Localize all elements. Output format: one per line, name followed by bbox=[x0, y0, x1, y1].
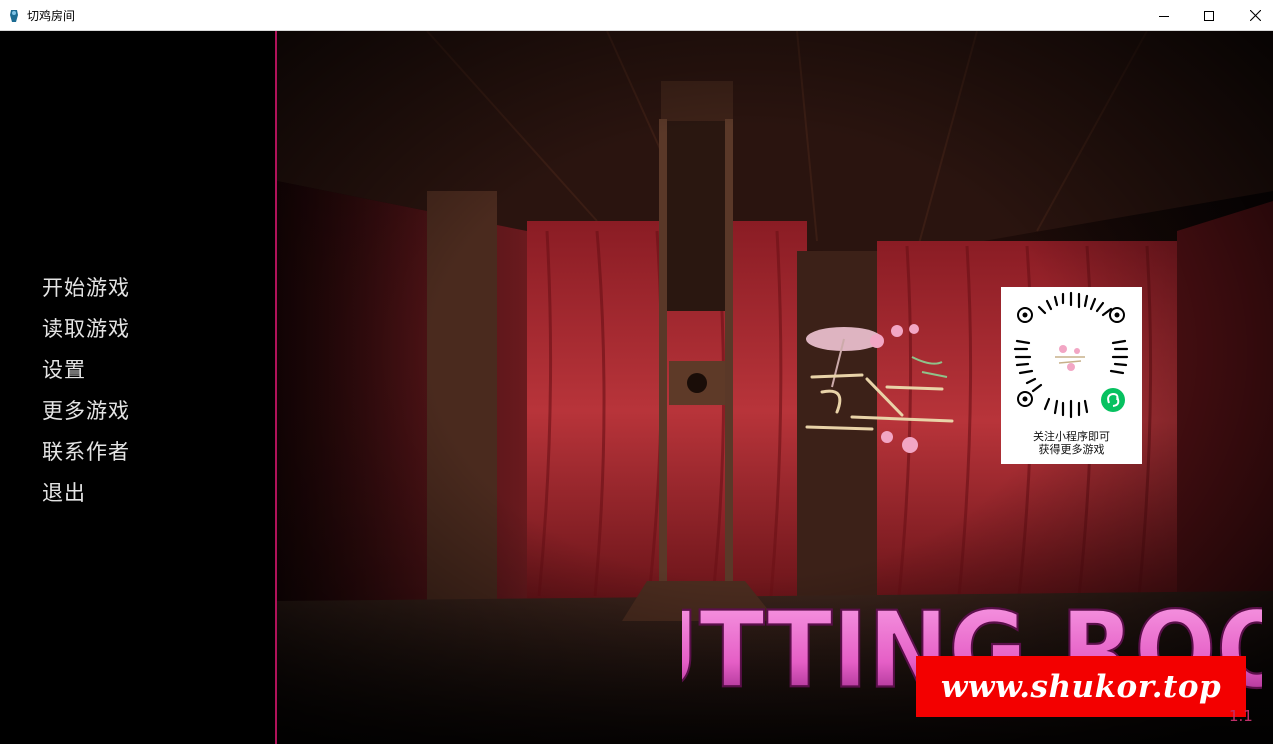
menu-contact-author[interactable]: 联系作者 bbox=[42, 434, 130, 475]
menu-settings[interactable]: 设置 bbox=[42, 352, 130, 393]
game-viewport: 开始游戏 读取游戏 设置 更多游戏 联系作者 退出 关注小程序即可 获得更多游戏… bbox=[0, 31, 1273, 744]
main-menu-panel: 开始游戏 读取游戏 设置 更多游戏 联系作者 退出 bbox=[0, 31, 276, 744]
watermark-text: www.shukor.top bbox=[940, 668, 1222, 705]
maximize-button[interactable] bbox=[1186, 0, 1232, 31]
window-titlebar[interactable]: 切鸡房间 bbox=[0, 0, 1273, 31]
app-icon bbox=[8, 8, 20, 22]
close-icon bbox=[1249, 10, 1261, 21]
game-logo bbox=[805, 324, 954, 453]
menu-load-game[interactable]: 读取游戏 bbox=[42, 311, 130, 352]
menu-more-games[interactable]: 更多游戏 bbox=[42, 393, 130, 434]
title-background: 关注小程序即可 获得更多游戏 CUTTING ROOM www.shukor.t… bbox=[277, 31, 1273, 744]
qr-caption: 关注小程序即可 获得更多游戏 bbox=[1001, 430, 1142, 456]
qr-code-card[interactable]: 关注小程序即可 获得更多游戏 bbox=[1001, 287, 1142, 464]
window-title: 切鸡房间 bbox=[27, 9, 76, 23]
minimize-icon bbox=[1159, 15, 1169, 17]
qr-caption-line2: 获得更多游戏 bbox=[1038, 443, 1105, 456]
watermark-banner: www.shukor.top bbox=[916, 656, 1246, 717]
maximize-icon bbox=[1204, 10, 1214, 21]
mini-program-qr-code bbox=[1013, 291, 1129, 419]
minimize-button[interactable] bbox=[1141, 0, 1187, 31]
close-button[interactable] bbox=[1232, 0, 1273, 31]
menu-exit[interactable]: 退出 bbox=[42, 475, 130, 516]
menu-start-game[interactable]: 开始游戏 bbox=[42, 270, 130, 311]
main-menu: 开始游戏 读取游戏 设置 更多游戏 联系作者 退出 bbox=[42, 270, 130, 516]
version-label: 1.1 bbox=[1229, 707, 1253, 725]
qr-caption-line1: 关注小程序即可 bbox=[1033, 430, 1110, 443]
